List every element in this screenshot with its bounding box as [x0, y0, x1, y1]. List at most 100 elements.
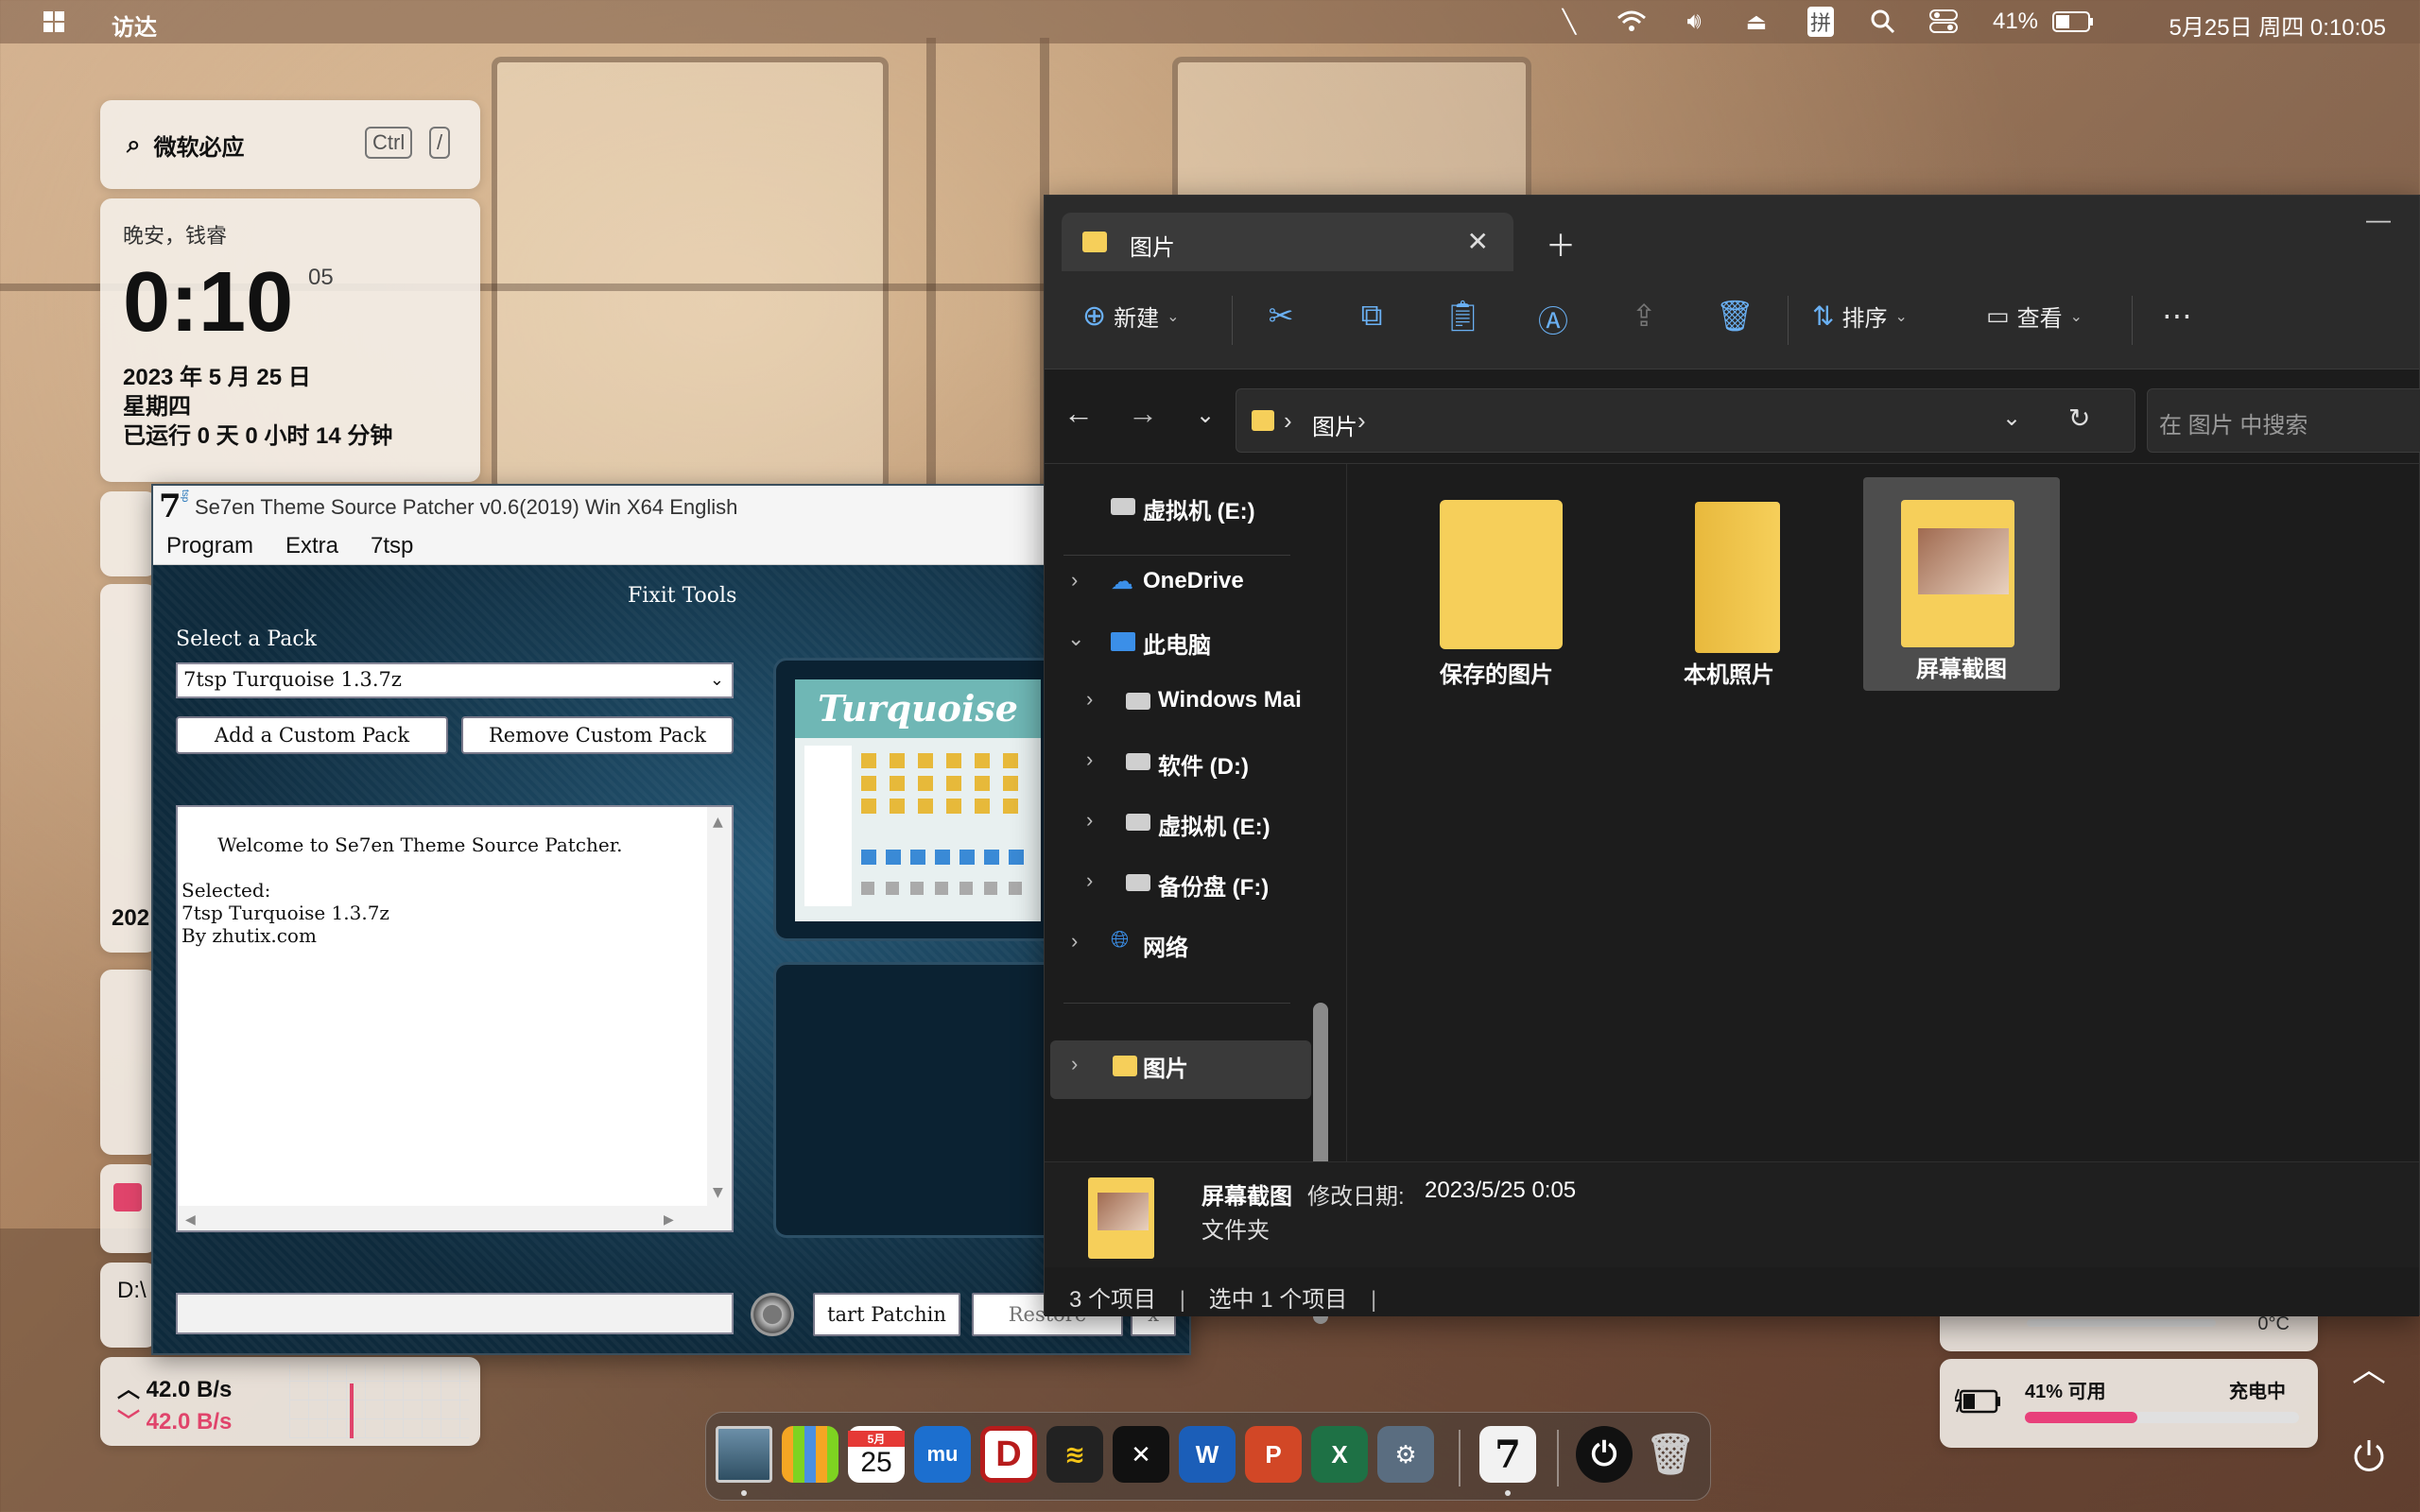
bing-search-widget[interactable]: ⌕ 微软必应 Ctrl /: [100, 100, 480, 189]
folder-camera-roll[interactable]: 本机照片: [1631, 483, 1827, 696]
dock-launchpad-icon[interactable]: [782, 1426, 838, 1483]
delete-icon[interactable]: 🗑︎: [1716, 298, 1754, 335]
nav-software-drive[interactable]: 软件 (D:): [1158, 747, 1249, 781]
file-list: 保存的图片 本机照片 屏幕截图: [1347, 464, 2419, 1169]
patcher-titlebar[interactable]: 7 tsp Se7en Theme Source Patcher v0.6(20…: [153, 486, 1189, 527]
refresh-icon[interactable]: ↻: [2068, 403, 2090, 434]
expand-chevron-icon[interactable]: ›: [1086, 808, 1093, 833]
battery-icon[interactable]: [2049, 0, 2097, 43]
explorer-search-input[interactable]: 在 图片 中搜索: [2147, 388, 2420, 453]
app-grid-icon[interactable]: [113, 1183, 142, 1211]
menu-program[interactable]: Program: [166, 533, 253, 559]
nav-vm-drive-top[interactable]: 虚拟机 (E:): [1143, 492, 1255, 525]
recent-locations-icon[interactable]: ⌄: [1196, 402, 1215, 429]
remove-custom-pack-button[interactable]: Remove Custom Pack: [461, 716, 734, 754]
dock-7tsp-icon[interactable]: 7: [1479, 1426, 1536, 1483]
nav-network[interactable]: 网络: [1143, 929, 1188, 962]
more-options-icon[interactable]: ⋯: [2158, 298, 2196, 335]
preview-icon-row: [861, 850, 1031, 865]
power-icon[interactable]: [2350, 1436, 2388, 1474]
windows-start-icon[interactable]: [43, 11, 64, 32]
expand-chevron-icon[interactable]: ›: [1086, 687, 1093, 712]
expand-chevron-icon[interactable]: ›: [1071, 1052, 1078, 1076]
close-icon[interactable]: ✕: [1467, 226, 1489, 257]
nav-vm-drive[interactable]: 虚拟机 (E:): [1158, 808, 1270, 841]
search-icon[interactable]: [1864, 0, 1902, 43]
scroll-down-icon[interactable]: ▼: [713, 1181, 723, 1204]
forward-arrow-icon[interactable]: →: [1128, 396, 1158, 431]
view-icon: ▭: [1986, 301, 2010, 330]
nav-pictures[interactable]: 图片: [1143, 1050, 1188, 1083]
control-center-icon[interactable]: [1925, 0, 1962, 43]
share-icon[interactable]: ⇪: [1625, 298, 1663, 335]
dock-powerpoint-icon[interactable]: P: [1245, 1426, 1302, 1483]
collapse-chevron-icon[interactable]: ⌄: [1067, 627, 1084, 651]
log-textarea[interactable]: Welcome to Se7en Theme Source Patcher. S…: [176, 805, 734, 1232]
tab-pictures-label: 图片: [1130, 235, 1175, 261]
dock-wasp-icon[interactable]: ≋: [1046, 1426, 1103, 1483]
log-vertical-scrollbar[interactable]: ▲ ▼: [707, 807, 732, 1208]
add-custom-pack-button[interactable]: Add a Custom Pack: [176, 716, 448, 754]
new-button[interactable]: ⊕ 新建 ⌄: [1082, 300, 1180, 333]
patcher-window: 7 tsp Se7en Theme Source Patcher v0.6(20…: [151, 484, 1208, 1355]
dock-desktop-icon[interactable]: [716, 1426, 772, 1483]
battery-charging-icon: [1953, 1387, 2002, 1416]
back-arrow-icon[interactable]: ←: [1063, 396, 1094, 431]
log-horizontal-scrollbar[interactable]: ◀ ▶: [178, 1206, 732, 1230]
running-indicator: [1505, 1490, 1511, 1496]
expand-chevron-icon[interactable]: ›: [1086, 868, 1093, 893]
minimize-icon[interactable]: —: [2366, 205, 2391, 234]
calendar-year-partial: 202: [112, 905, 150, 931]
pen-icon[interactable]: ╲: [1550, 0, 1588, 43]
dock-capcut-icon[interactable]: ✕: [1113, 1426, 1169, 1483]
rename-icon[interactable]: Ⓐ: [1534, 298, 1572, 338]
running-indicator: [741, 1490, 747, 1496]
expand-chevron-icon[interactable]: ›: [1071, 568, 1078, 593]
scroll-up-icon[interactable]: ▲: [713, 811, 723, 833]
expand-chevron-icon[interactable]: ›: [1086, 747, 1093, 772]
copy-icon[interactable]: ⧉: [1353, 298, 1391, 335]
address-bar[interactable]: › 图片 › ⌄ ↻: [1236, 388, 2135, 453]
dock-trash-icon[interactable]: 🗑︎: [1642, 1426, 1699, 1483]
nav-onedrive[interactable]: OneDrive: [1143, 568, 1244, 594]
cut-icon[interactable]: ✂: [1262, 298, 1300, 335]
folder-screenshots[interactable]: 屏幕截图: [1863, 477, 2060, 691]
nav-this-pc[interactable]: 此电脑: [1143, 627, 1211, 660]
tab-pictures[interactable]: 图片 ✕: [1062, 213, 1513, 271]
dock-dictionary-icon[interactable]: D: [980, 1426, 1037, 1483]
pack-select[interactable]: 7tsp Turquoise 1.3.7z ⌄: [176, 662, 734, 698]
patcher-title: Se7en Theme Source Patcher v0.6(2019) Wi…: [195, 495, 738, 519]
details-modified-value: 2023/5/25 0:05: [1425, 1177, 1577, 1203]
breadcrumb-pictures[interactable]: 图片: [1312, 408, 1357, 441]
menubar-clock[interactable]: 5月25日 周四 0:10:05: [2169, 9, 2386, 42]
active-app-name[interactable]: 访达: [112, 9, 157, 42]
dock-power-icon[interactable]: ⏻: [1576, 1426, 1633, 1483]
scroll-right-icon[interactable]: ▶: [664, 1209, 674, 1231]
nav-windows-drive[interactable]: Windows Mai: [1158, 687, 1302, 713]
expand-chevron-icon[interactable]: ›: [1071, 929, 1078, 954]
sort-button[interactable]: ⇅ 排序 ⌄: [1812, 300, 1908, 333]
menu-extra[interactable]: Extra: [285, 533, 338, 559]
address-dropdown-icon[interactable]: ⌄: [2002, 404, 2021, 432]
clock-date: 2023 年 5 月 25 日: [123, 365, 311, 390]
nav-backup-drive[interactable]: 备份盘 (F:): [1158, 868, 1269, 902]
eject-icon[interactable]: ⏏: [1737, 0, 1775, 43]
dock-excel-icon[interactable]: X: [1311, 1426, 1368, 1483]
volume-icon[interactable]: 🔊︎: [1675, 0, 1713, 43]
paste-icon[interactable]: 📋︎: [1443, 298, 1482, 335]
chevron-up-icon[interactable]: ︿: [2352, 1342, 2386, 1391]
wifi-icon[interactable]: [1613, 0, 1651, 43]
clock-widget: 晚安，钱睿 0:10 05 2023 年 5 月 25 日 星期四 已运行 0 …: [100, 198, 480, 482]
dock-calendar-icon[interactable]: 5月 25: [848, 1426, 905, 1483]
scroll-left-icon[interactable]: ◀: [185, 1209, 196, 1231]
dock-settings-toggle-icon[interactable]: ⚙: [1377, 1426, 1434, 1483]
view-button[interactable]: ▭ 查看 ⌄: [1986, 300, 2083, 333]
folder-saved-pictures[interactable]: 保存的图片: [1398, 483, 1595, 696]
breadcrumb-chevron-icon[interactable]: ›: [1357, 406, 1366, 436]
dock-word-icon[interactable]: W: [1179, 1426, 1236, 1483]
menu-7tsp[interactable]: 7tsp: [371, 533, 413, 559]
start-patching-button[interactable]: tart Patchin: [813, 1293, 960, 1336]
dock-mu-icon[interactable]: mu: [914, 1426, 971, 1483]
ime-indicator[interactable]: 拼: [1804, 0, 1838, 43]
new-tab-icon[interactable]: ＋: [1546, 222, 1576, 266]
